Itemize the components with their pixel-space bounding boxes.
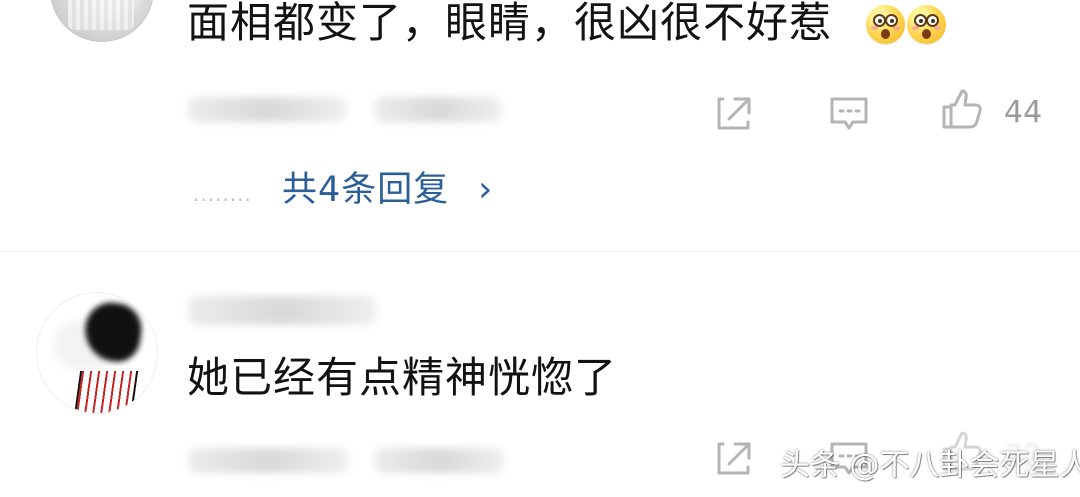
emoji-blush-icon <box>934 26 941 30</box>
chevron-right-icon[interactable]: › <box>478 167 492 213</box>
avatar-shirt <box>73 371 139 413</box>
comment-icon[interactable] <box>827 91 871 135</box>
thumb-up-icon <box>942 89 982 129</box>
blurred-comment-location <box>374 448 504 473</box>
emoji-blush-icon <box>871 26 878 30</box>
comment-text: 她已经有点精神恍惚了 <box>187 353 618 402</box>
blurred-comment-meta <box>188 448 348 473</box>
comment-icon <box>830 97 868 130</box>
source-watermark: 头条 @不八卦会死星人 <box>780 448 1080 483</box>
comment-text: 面相都变了，眼睛，很凶很不好惹 <box>187 0 833 47</box>
edit-icon[interactable] <box>712 91 756 135</box>
reply-dots: ........ <box>193 182 252 206</box>
view-replies-link[interactable]: 共4条回复 <box>282 167 449 213</box>
emoji-blush-icon <box>893 26 900 30</box>
edit-icon <box>717 442 751 475</box>
emoji-mouth-icon <box>881 29 890 39</box>
blurred-username <box>188 296 376 325</box>
edit-icon <box>717 97 751 130</box>
comment-item-1: 面相都变了，眼睛，很凶很不好惹 44 ........ 共4条回复 › <box>0 0 1080 250</box>
blurred-comment-location <box>374 97 502 122</box>
edit-icon[interactable] <box>712 436 756 480</box>
blurred-comment-meta <box>188 97 346 122</box>
astonished-face-emoji <box>907 5 946 44</box>
user-avatar[interactable] <box>50 0 154 42</box>
user-avatar[interactable] <box>36 292 158 414</box>
emoji-mouth-icon <box>922 29 931 39</box>
emoji-blush-icon <box>912 26 919 30</box>
thumb-up-icon[interactable] <box>939 88 983 132</box>
astonished-face-emoji <box>866 5 905 44</box>
like-count: 44 <box>1004 95 1043 130</box>
